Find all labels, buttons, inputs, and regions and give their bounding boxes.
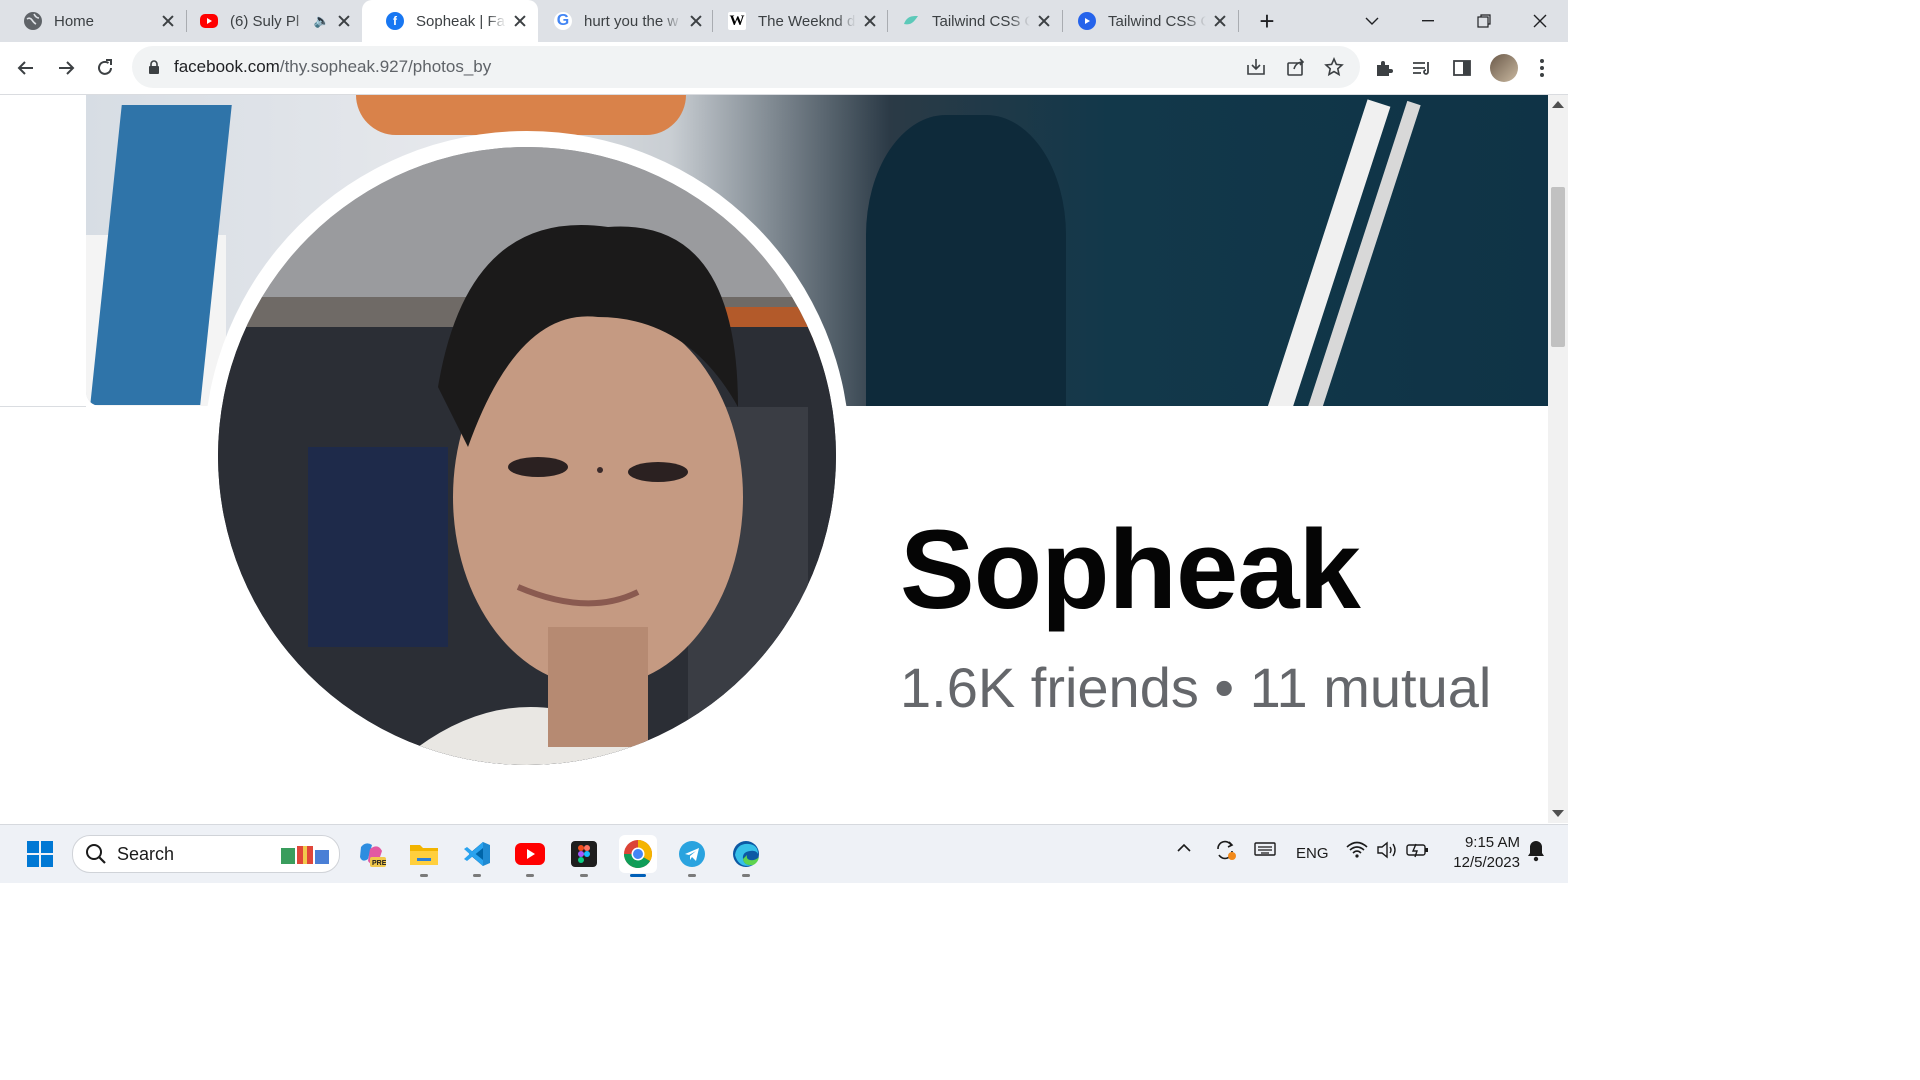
profile-avatar[interactable]	[1490, 54, 1518, 82]
reload-icon[interactable]	[89, 52, 121, 84]
close-tab-icon[interactable]	[512, 13, 528, 29]
scroll-up-arrow-icon[interactable]	[1552, 101, 1564, 108]
tab-title: The Weeknd d	[758, 12, 856, 30]
close-tab-icon[interactable]	[1212, 13, 1228, 29]
clock-date: 12/5/2023	[1453, 854, 1520, 871]
tab-tailwind-1[interactable]: Tailwind CSS C	[878, 0, 1062, 42]
tailwind-icon	[902, 12, 920, 30]
tab-title: hurt you the w	[584, 12, 679, 30]
minimize-icon[interactable]	[1400, 0, 1456, 42]
close-tab-icon[interactable]	[336, 13, 352, 29]
running-indicator	[420, 874, 428, 877]
copilot-icon[interactable]: PRE	[352, 835, 390, 873]
page-scrollbar[interactable]	[1548, 95, 1568, 823]
clock-time: 9:15 AM	[1464, 834, 1520, 851]
globe-icon	[24, 12, 42, 30]
bookmark-star-icon[interactable]	[1322, 55, 1346, 79]
wifi-icon[interactable]	[1346, 841, 1368, 863]
friends-count[interactable]: 1.6K friends • 11 mutual	[900, 655, 1491, 720]
running-indicator	[688, 874, 696, 877]
profile-picture[interactable]	[218, 147, 836, 765]
share-icon[interactable]	[1284, 55, 1308, 79]
taskbar-search[interactable]: Search	[72, 835, 340, 873]
new-tab-button[interactable]: +	[1252, 6, 1282, 36]
close-tab-icon[interactable]	[862, 13, 878, 29]
url-text[interactable]: facebook.com/thy.sopheak.927/photos_by	[174, 57, 491, 77]
tab-title: Sopheak | Fac	[416, 12, 506, 30]
youtube-app-icon[interactable]	[511, 835, 549, 877]
edge-icon[interactable]	[727, 835, 765, 877]
page-viewport: Sopheak 1.6K friends • 11 mutual	[0, 95, 1548, 823]
search-icon	[85, 843, 107, 870]
side-panel-icon[interactable]	[1450, 56, 1474, 80]
wikipedia-icon: W	[728, 12, 746, 30]
forward-arrow-icon[interactable]	[50, 52, 82, 84]
address-bar[interactable]: facebook.com/thy.sopheak.927/photos_by	[132, 46, 1360, 88]
running-indicator	[473, 874, 481, 877]
play-icon	[1078, 12, 1096, 30]
tab-home[interactable]: Home	[0, 0, 186, 42]
search-placeholder: Search	[117, 844, 175, 864]
running-indicator	[580, 874, 588, 877]
divider	[0, 406, 86, 407]
restore-icon[interactable]	[1456, 0, 1512, 42]
volume-icon[interactable]	[1376, 841, 1398, 863]
facebook-icon: f	[386, 12, 404, 30]
show-hidden-icons-chevron-icon[interactable]	[1176, 841, 1192, 858]
sync-icon[interactable]	[1214, 839, 1238, 865]
tab-youtube[interactable]: (6) Suly Pl 🔈	[176, 0, 362, 42]
file-explorer-icon[interactable]	[405, 835, 443, 877]
close-tab-icon[interactable]	[160, 13, 176, 29]
extensions-puzzle-icon[interactable]	[1372, 56, 1396, 80]
system-clock[interactable]: 9:15 AM 12/5/2023	[1440, 833, 1520, 873]
google-icon: G	[554, 12, 572, 30]
search-highlight-gift-icon	[279, 842, 331, 871]
tab-separator	[1238, 10, 1239, 32]
scrollbar-thumb[interactable]	[1551, 187, 1565, 347]
notification-bell-icon[interactable]	[1526, 839, 1546, 867]
vscode-icon[interactable]	[458, 835, 496, 877]
tab-title: Tailwind CSS C	[1108, 12, 1206, 30]
running-indicator	[526, 874, 534, 877]
svg-text:PRE: PRE	[372, 860, 386, 867]
windows-taskbar: Search PRE ENG 9:15 AM 12/5/2023	[0, 824, 1568, 883]
url-path: /thy.sopheak.927/photos_by	[279, 57, 492, 76]
tab-title: Home	[54, 12, 95, 30]
speaker-icon[interactable]: 🔈	[314, 13, 330, 29]
youtube-icon	[200, 14, 218, 28]
browser-toolbar: facebook.com/thy.sopheak.927/photos_by	[0, 42, 1568, 95]
tab-title: Tailwind CSS C	[932, 12, 1030, 30]
close-tab-icon[interactable]	[1036, 13, 1052, 29]
media-control-icon[interactable]	[1410, 56, 1434, 80]
windows-start-icon[interactable]	[21, 835, 59, 873]
tab-search-chevron-icon[interactable]	[1344, 0, 1400, 42]
back-arrow-icon[interactable]	[10, 52, 42, 84]
battery-icon[interactable]	[1406, 841, 1430, 863]
lock-icon[interactable]	[148, 60, 160, 79]
running-indicator	[630, 874, 646, 877]
install-app-icon[interactable]	[1244, 55, 1268, 79]
keyboard-icon[interactable]	[1254, 841, 1276, 861]
language-indicator[interactable]: ENG	[1296, 845, 1329, 862]
scroll-down-arrow-icon[interactable]	[1552, 810, 1564, 817]
telegram-icon[interactable]	[673, 835, 711, 877]
tab-title: (6) Suly Pl	[230, 12, 300, 30]
tab-strip: Home (6) Suly Pl 🔈 f Sopheak | Fac G hur…	[0, 0, 1568, 42]
kebab-menu-icon[interactable]	[1530, 56, 1554, 80]
figma-icon[interactable]	[565, 835, 603, 877]
tab-tailwind-2[interactable]: Tailwind CSS C	[1054, 0, 1238, 42]
url-host: facebook.com	[174, 57, 280, 76]
tab-google[interactable]: G hurt you the w	[530, 0, 714, 42]
chrome-icon[interactable]	[619, 835, 657, 877]
profile-name: Sopheak	[900, 507, 1361, 632]
tab-facebook[interactable]: f Sopheak | Fac	[362, 0, 538, 42]
close-tab-icon[interactable]	[688, 13, 704, 29]
tab-wikipedia[interactable]: W The Weeknd d	[704, 0, 888, 42]
close-window-icon[interactable]	[1512, 0, 1568, 42]
running-indicator	[742, 874, 750, 877]
